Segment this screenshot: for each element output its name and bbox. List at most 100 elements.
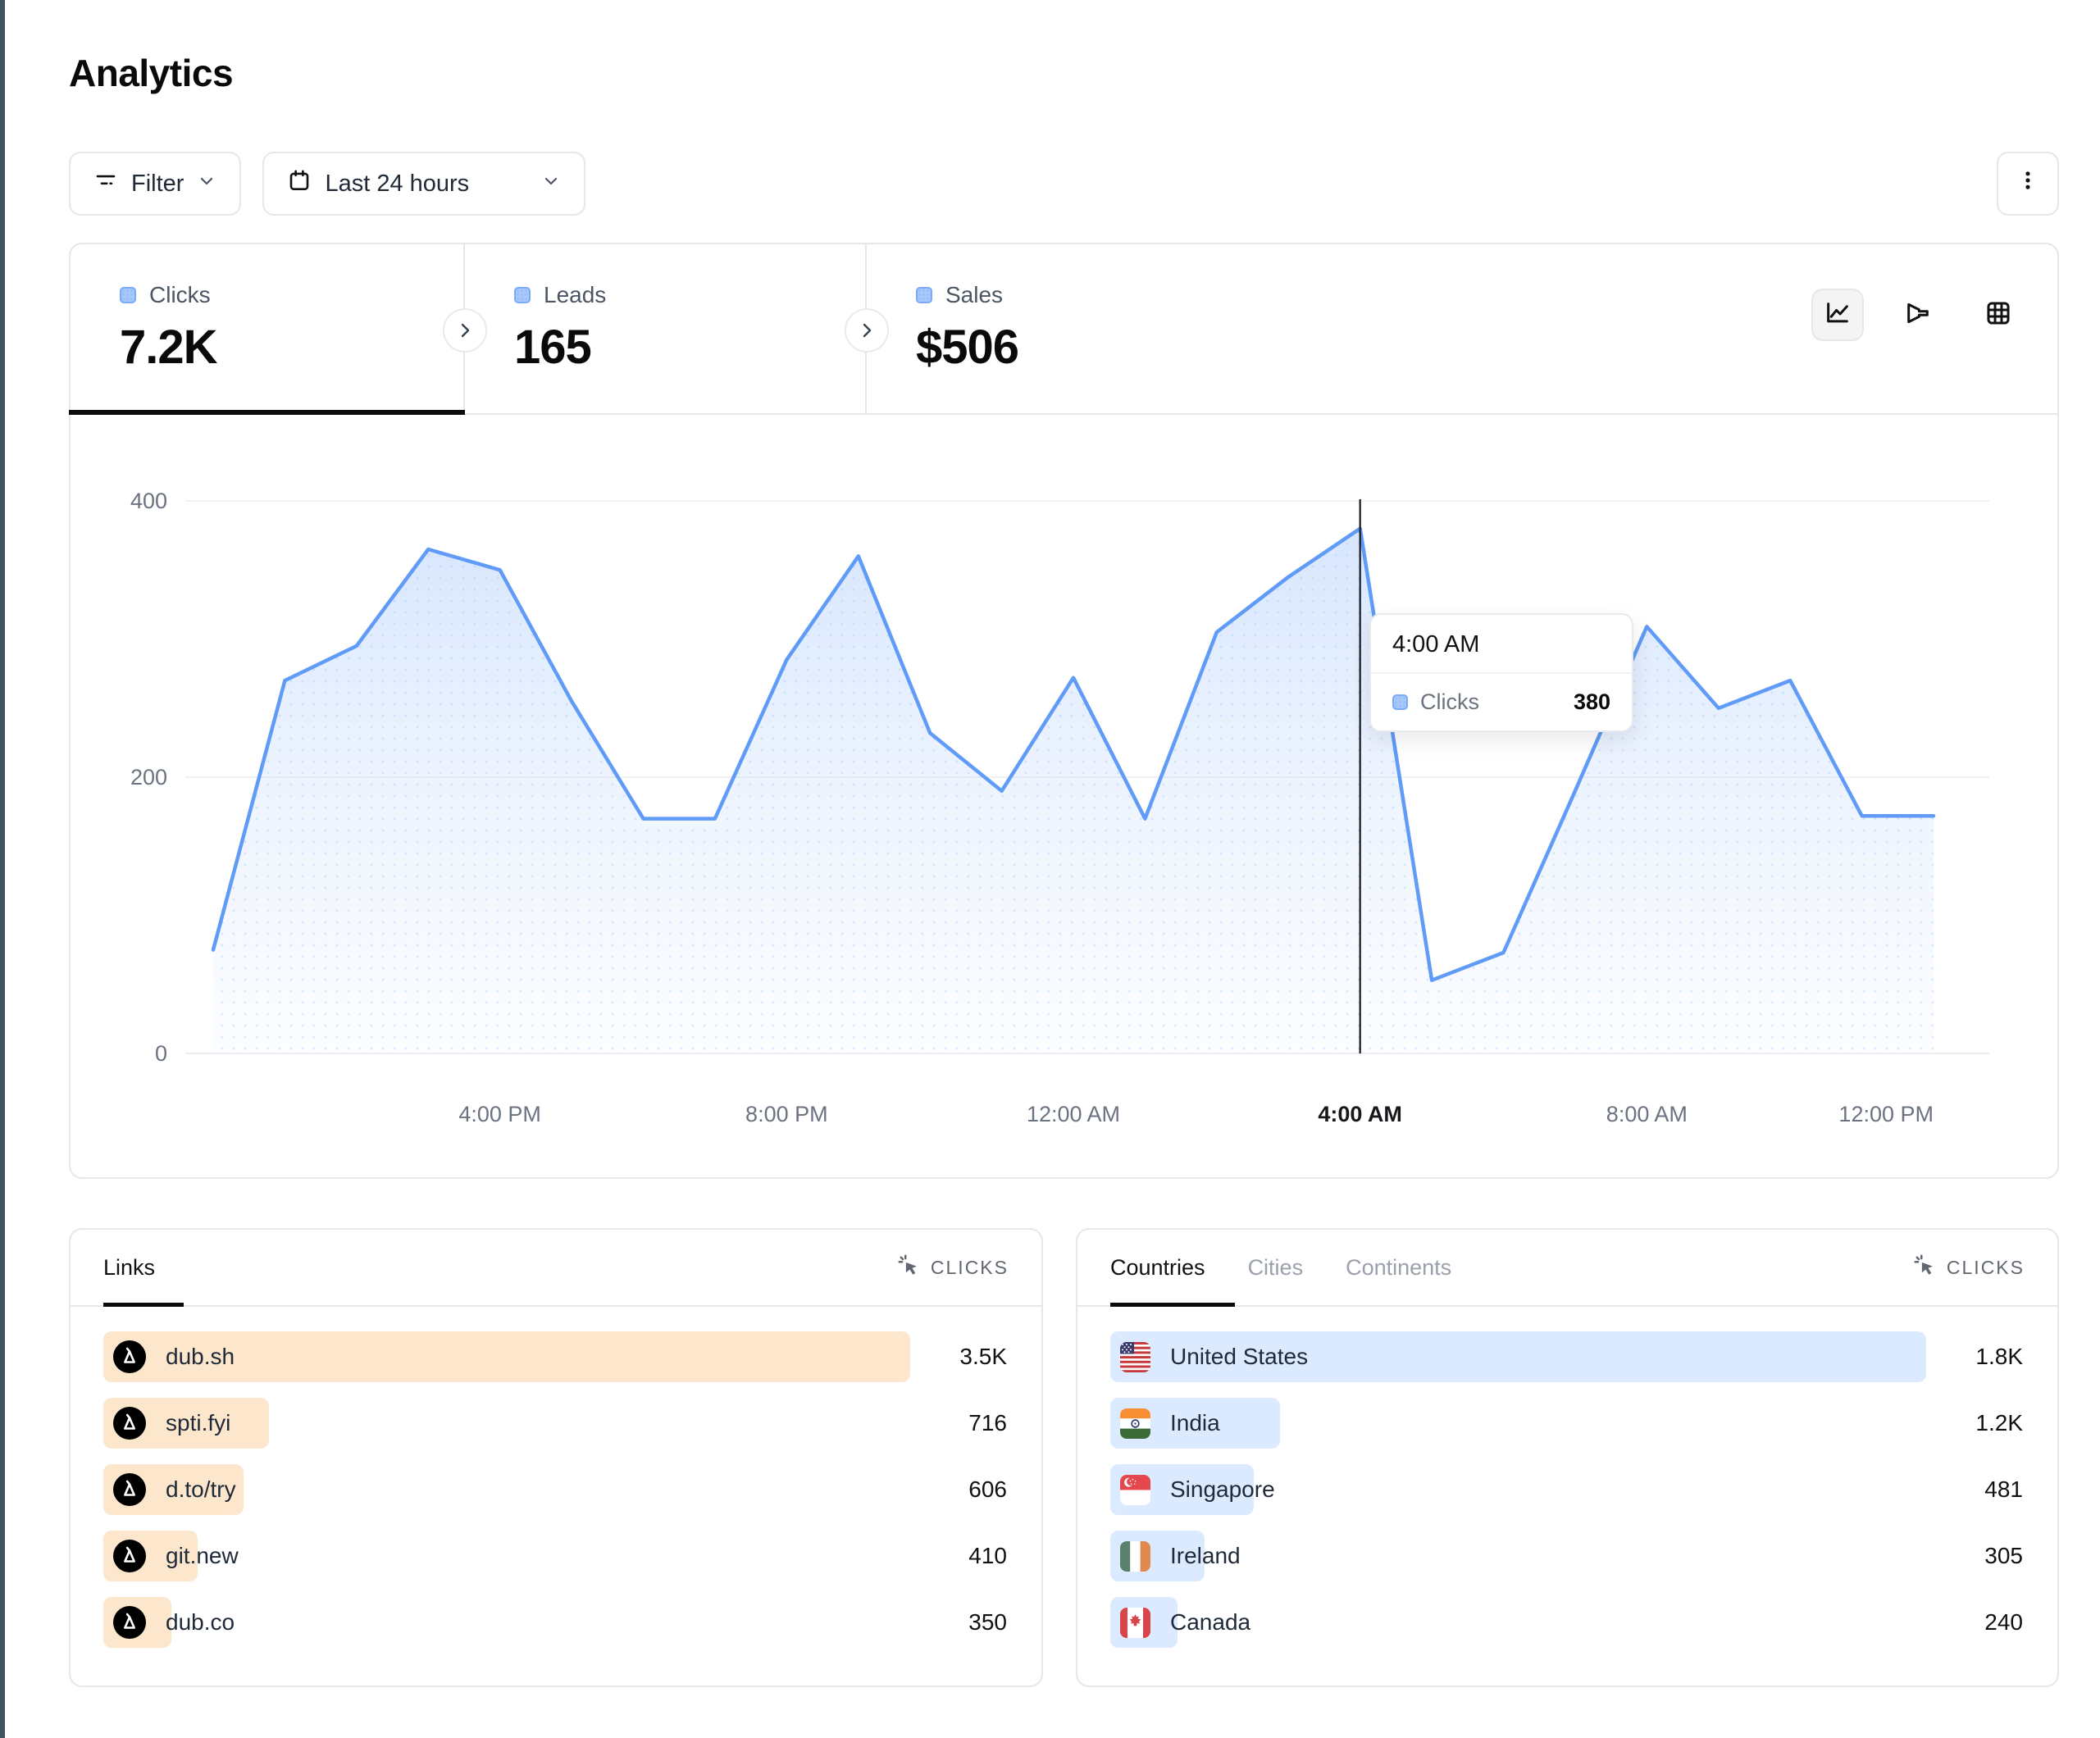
country-clicks-value: 481	[1984, 1476, 2023, 1503]
country-row[interactable]: India 1.2K	[1110, 1398, 2025, 1449]
filter-button[interactable]: Filter	[69, 152, 241, 216]
bar-track	[1110, 1398, 1926, 1449]
link-clicks-value: 606	[968, 1476, 1007, 1503]
countries-metric-label: CLICKS	[1947, 1257, 2025, 1279]
links-metric-label: CLICKS	[931, 1257, 1009, 1279]
link-row[interactable]: spti.fyi 716	[103, 1398, 1009, 1449]
area-fill-texture	[213, 529, 1934, 1053]
link-row[interactable]: dub.sh 3.5K	[103, 1331, 1009, 1382]
country-label: Singapore	[1170, 1476, 1275, 1503]
funnel-icon	[1904, 299, 1932, 331]
stats-tabs-row: Clicks 7.2K Leads 165 Sales $506	[71, 244, 2057, 415]
country-clicks-value: 240	[1984, 1609, 2023, 1636]
tab-sales[interactable]: Sales $506	[867, 244, 1269, 413]
tooltip-series-label: Clicks	[1420, 689, 1479, 715]
analytics-card: Clicks 7.2K Leads 165 Sales $506	[69, 243, 2059, 1179]
clicks-tab-value: 7.2K	[120, 320, 463, 375]
link-clicks-value: 716	[968, 1410, 1007, 1436]
country-row[interactable]: Canada 240	[1110, 1597, 2025, 1648]
cursor-click-icon	[896, 1253, 921, 1282]
kebab-icon	[2016, 169, 2039, 198]
country-clicks-value: 1.8K	[1975, 1344, 2023, 1370]
ca-flag-icon	[1120, 1608, 1150, 1638]
link-label: dub.sh	[166, 1344, 235, 1370]
links-panel-header: Links CLICKS	[71, 1230, 1041, 1307]
tab-leads[interactable]: Leads 165	[465, 244, 867, 413]
country-row[interactable]: United States 1.8K	[1110, 1331, 2025, 1382]
leads-tab-value: 165	[514, 320, 865, 375]
chart-type-table-button[interactable]	[1972, 289, 2025, 341]
tab-links[interactable]: Links	[103, 1255, 155, 1281]
window-edge-strip	[0, 0, 5, 1738]
date-range-label: Last 24 hours	[325, 171, 469, 198]
link-label: git.new	[166, 1543, 239, 1569]
link-clicks-value: 350	[968, 1609, 1007, 1636]
clicks-area-chart[interactable]: 4002000 4:00 PM8:00 PM12:00 AM4:00 AM8:0…	[71, 415, 2057, 1177]
us-flag-icon	[1120, 1342, 1150, 1372]
link-row[interactable]: d.to/try 606	[103, 1464, 1009, 1515]
chart-type-switcher	[1269, 244, 2057, 413]
country-label: United States	[1170, 1344, 1308, 1370]
expand-leads-button[interactable]	[443, 308, 487, 353]
country-clicks-value: 1.2K	[1975, 1410, 2023, 1436]
dub-logo-icon	[113, 1606, 146, 1639]
tab-countries[interactable]: Countries	[1110, 1255, 1205, 1281]
tab-clicks[interactable]: Clicks 7.2K	[71, 244, 465, 413]
in-flag-icon	[1120, 1408, 1150, 1439]
dub-logo-icon	[113, 1340, 146, 1373]
links-rows: dub.sh 3.5K spti.fyi 716 d.to/try 606	[71, 1307, 1041, 1648]
x-axis-ticks: 4:00 PM8:00 PM12:00 AM4:00 AM8:00 AM12:0…	[458, 1102, 1934, 1126]
expand-sales-button[interactable]	[845, 308, 889, 353]
leads-marker-icon	[514, 287, 531, 303]
country-label: India	[1170, 1410, 1220, 1436]
countries-panel-header: Countries Cities Continents CLICKS	[1077, 1230, 2057, 1307]
chevron-down-icon	[541, 171, 561, 198]
chart-type-line-button[interactable]	[1811, 289, 1864, 341]
clicks-chart[interactable]: 4002000 4:00 PM8:00 PM12:00 AM4:00 AM8:0…	[71, 415, 2057, 1177]
dub-logo-icon	[113, 1473, 146, 1506]
link-label: d.to/try	[166, 1476, 236, 1503]
grid-icon	[1984, 299, 2012, 331]
tooltip-time: 4:00 AM	[1371, 615, 1632, 674]
calendar-icon	[287, 168, 312, 199]
clicks-tab-label: Clicks	[149, 282, 211, 308]
filter-icon	[93, 168, 118, 199]
link-row[interactable]: git.new 410	[103, 1531, 1009, 1581]
chevron-right-icon	[857, 321, 877, 340]
link-label: spti.fyi	[166, 1410, 230, 1436]
clicks-marker-icon	[120, 287, 136, 303]
line-chart-icon	[1824, 299, 1852, 331]
svg-text:12:00 AM: 12:00 AM	[1027, 1102, 1120, 1126]
chevron-right-icon	[455, 321, 475, 340]
sales-tab-value: $506	[916, 320, 1269, 375]
ie-flag-icon	[1120, 1541, 1150, 1572]
analytics-page: Analytics Filter Last 24 hours	[0, 0, 2100, 1738]
countries-rows: United States 1.8K India 1.2K Singapore …	[1077, 1307, 2057, 1648]
link-row[interactable]: dub.co 350	[103, 1597, 1009, 1648]
country-row[interactable]: Ireland 305	[1110, 1531, 2025, 1581]
clicks-marker-icon	[1392, 694, 1408, 710]
svg-text:0: 0	[155, 1041, 167, 1066]
date-range-button[interactable]: Last 24 hours	[262, 152, 585, 216]
svg-text:4:00 AM: 4:00 AM	[1318, 1102, 1402, 1126]
countries-panel: Countries Cities Continents CLICKS Un	[1076, 1228, 2059, 1687]
country-label: Ireland	[1170, 1543, 1241, 1569]
svg-text:400: 400	[130, 489, 167, 513]
link-clicks-value: 410	[968, 1543, 1007, 1569]
toolbar: Filter Last 24 hours	[69, 152, 2059, 216]
sales-marker-icon	[916, 287, 932, 303]
countries-metric-toggle[interactable]: CLICKS	[1912, 1253, 2025, 1282]
link-label: dub.co	[166, 1609, 235, 1636]
country-row[interactable]: Singapore 481	[1110, 1464, 2025, 1515]
kebab-menu-button[interactable]	[1997, 152, 2059, 216]
tab-cities[interactable]: Cities	[1248, 1255, 1304, 1281]
dub-logo-icon	[113, 1407, 146, 1440]
sales-tab-label: Sales	[945, 282, 1003, 308]
links-metric-toggle[interactable]: CLICKS	[896, 1253, 1009, 1282]
country-clicks-value: 305	[1984, 1543, 2023, 1569]
chart-type-funnel-button[interactable]	[1892, 289, 1944, 341]
tab-continents[interactable]: Continents	[1346, 1255, 1451, 1281]
cursor-click-icon	[1912, 1253, 1937, 1282]
page-title: Analytics	[69, 51, 233, 95]
country-label: Canada	[1170, 1609, 1250, 1636]
